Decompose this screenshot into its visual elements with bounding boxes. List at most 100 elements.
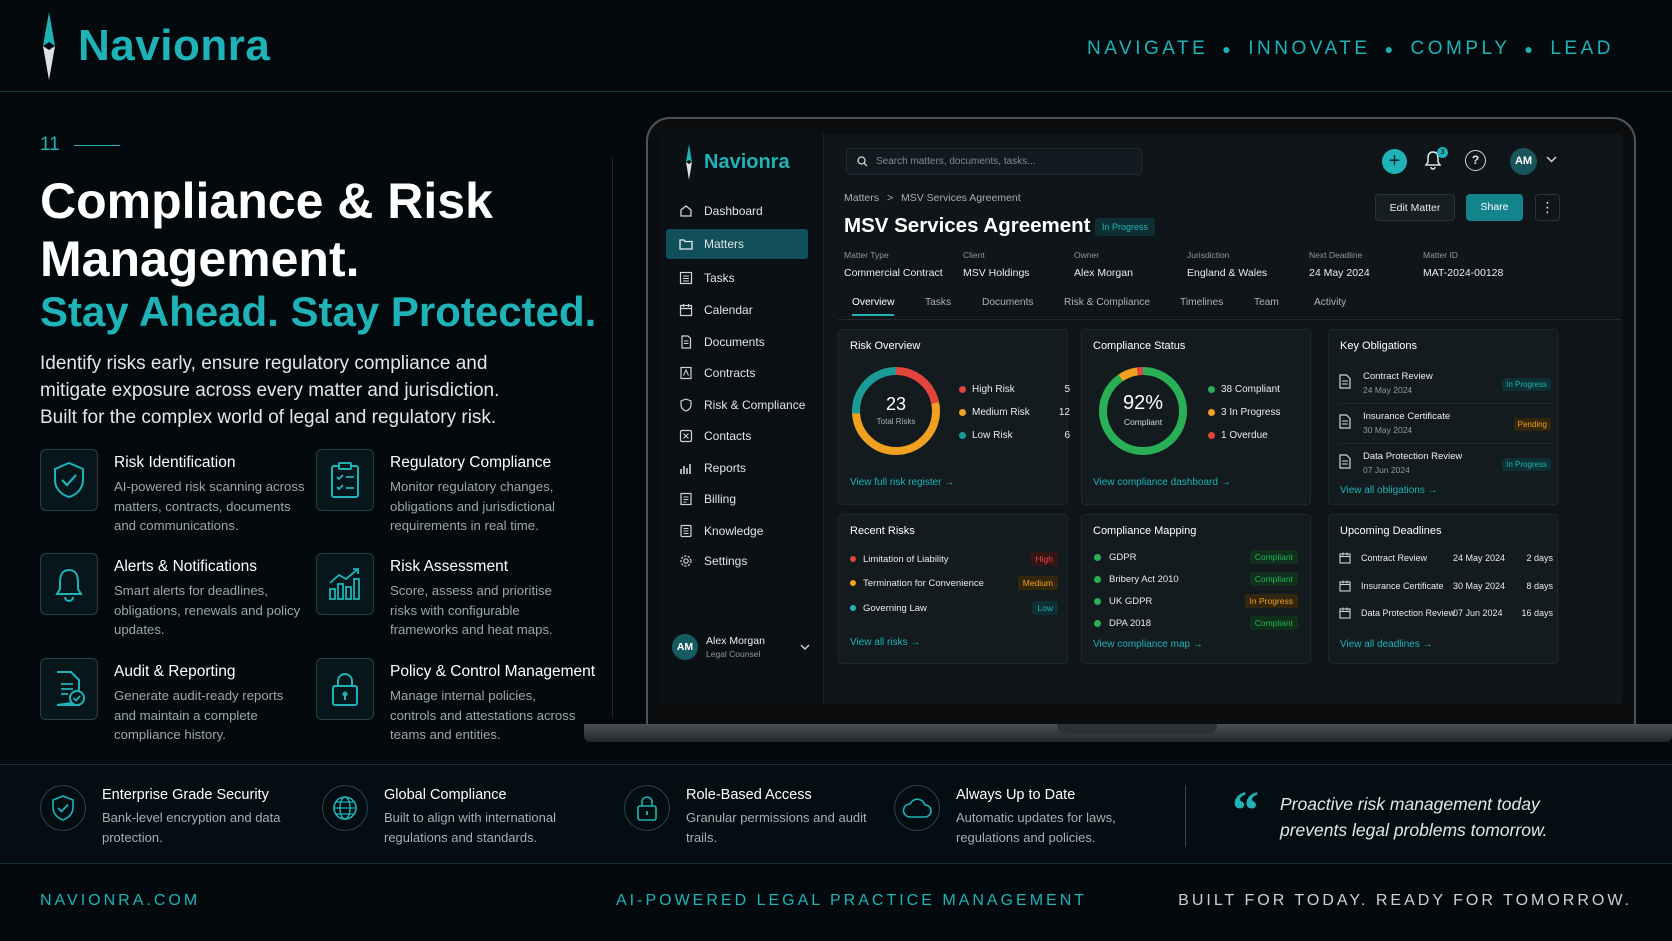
document-icon bbox=[1339, 414, 1351, 429]
sidebar-item-contracts[interactable]: Contracts bbox=[666, 358, 808, 388]
breadcrumb: Matters > MSV Services Agreement bbox=[844, 192, 1021, 204]
view-all-obligations-link[interactable]: View all obligations → bbox=[1340, 485, 1438, 496]
tab-team[interactable]: Team bbox=[1254, 297, 1279, 308]
status-badge: Compliant bbox=[1249, 616, 1298, 630]
meta-matter-id: Matter ID MAT-2024-00128 bbox=[1423, 250, 1503, 279]
view-compliance-dashboard-link[interactable]: View compliance dashboard → bbox=[1093, 477, 1231, 488]
bar-chart-trend-icon bbox=[316, 553, 374, 615]
regulation-row[interactable]: Bribery Act 2010 Compliant bbox=[1094, 570, 1300, 588]
risk-row[interactable]: Limitation of Liability High bbox=[850, 550, 1060, 568]
obligation-name: Data Protection Review bbox=[1363, 451, 1463, 462]
risk-overview-card: Risk Overview 23 Total Risks High Risk 5 … bbox=[838, 329, 1070, 505]
sidebar-item-documents[interactable]: Documents bbox=[666, 327, 808, 357]
sidebar-item-risk-compliance[interactable]: Risk & Compliance bbox=[666, 390, 808, 420]
share-button[interactable]: Share bbox=[1466, 194, 1523, 221]
shield-check-icon bbox=[40, 449, 98, 511]
sidebar-item-knowledge[interactable]: Knowledge bbox=[666, 516, 808, 546]
tab-tasks[interactable]: Tasks bbox=[925, 297, 951, 308]
view-all-deadlines-link[interactable]: View all deadlines → bbox=[1340, 639, 1433, 650]
app-logo[interactable]: Navionra bbox=[682, 144, 790, 180]
regulation-row[interactable]: GDPR Compliant bbox=[1094, 548, 1300, 566]
sidebar-item-label: Reports bbox=[704, 461, 747, 475]
bell-icon bbox=[40, 553, 98, 615]
risk-row[interactable]: Governing Law Low bbox=[850, 599, 1060, 617]
more-options-button[interactable]: ⋮ bbox=[1535, 194, 1560, 221]
regulation-row[interactable]: UK GDPR In Progress bbox=[1094, 592, 1300, 610]
sidebar-item-calendar[interactable]: Calendar bbox=[666, 295, 808, 325]
upcoming-deadlines-card: Upcoming Deadlines Contract Review 24 Ma… bbox=[1328, 514, 1558, 664]
view-compliance-map-link[interactable]: View compliance map → bbox=[1093, 639, 1203, 650]
breadcrumb-current: MSV Services Agreement bbox=[901, 192, 1021, 204]
status-badge: In Progress bbox=[1095, 218, 1156, 236]
breadcrumb-item[interactable]: Matters bbox=[844, 192, 879, 204]
tab-documents[interactable]: Documents bbox=[982, 297, 1034, 308]
notification-badge: 3 bbox=[1437, 147, 1448, 158]
sidebar-item-billing[interactable]: Billing bbox=[666, 484, 808, 514]
search-input[interactable]: Search matters, documents, tasks... bbox=[846, 148, 1142, 175]
avatar[interactable]: AM bbox=[1510, 148, 1537, 175]
sidebar-item-label: Billing bbox=[704, 492, 737, 506]
tab-activity[interactable]: Activity bbox=[1314, 297, 1346, 308]
folder-icon bbox=[678, 236, 694, 252]
card-title: Key Obligations bbox=[1340, 340, 1418, 352]
deadline-row[interactable]: Data Protection Review 07 Jun 2024 16 da… bbox=[1339, 606, 1553, 624]
footer-slogan: BUILT FOR TODAY. READY FOR TOMORROW. bbox=[1178, 892, 1632, 909]
sidebar-item-contacts[interactable]: Contacts bbox=[666, 421, 808, 451]
benefit-desc: Built to align with international regula… bbox=[384, 810, 556, 845]
obligation-item[interactable]: Contract Review 24 May 2024 In Progress bbox=[1339, 368, 1553, 404]
sidebar-item-tasks[interactable]: Tasks bbox=[666, 263, 808, 293]
deadline-row[interactable]: Insurance Certificate 30 May 2024 8 days bbox=[1339, 579, 1553, 597]
brand-logo[interactable]: Navionra bbox=[34, 12, 270, 80]
regulation-row[interactable]: DPA 2018 Compliant bbox=[1094, 614, 1300, 632]
sidebar-item-reports[interactable]: Reports bbox=[666, 453, 808, 483]
deadline-row[interactable]: Contract Review 24 May 2024 2 days bbox=[1339, 551, 1553, 569]
meta-matter-type: Matter Type Commercial Contract bbox=[844, 250, 943, 279]
deadline-remaining: 8 days bbox=[1526, 581, 1553, 591]
footer-website-link[interactable]: NAVIONRA.COM bbox=[40, 892, 200, 910]
arrow-right-icon: → bbox=[1192, 639, 1203, 650]
risk-row[interactable]: Termination for Convenience Medium bbox=[850, 574, 1060, 592]
risk-level-badge: High bbox=[1030, 552, 1058, 566]
obligation-date: 07 Jun 2024 bbox=[1363, 465, 1410, 475]
benefit-desc: Granular permissions and audit trails. bbox=[686, 810, 867, 845]
sidebar-item-label: Dashboard bbox=[704, 204, 763, 218]
tagline-word: INNOVATE bbox=[1248, 38, 1371, 59]
obligation-item[interactable]: Insurance Certificate 30 May 2024 Pendin… bbox=[1339, 408, 1553, 444]
add-button[interactable]: + bbox=[1382, 149, 1407, 174]
deadline-name: Contract Review bbox=[1361, 553, 1428, 563]
meta-value: Alex Morgan bbox=[1074, 267, 1133, 279]
benefits-strip: Enterprise Grade Security Bank-level enc… bbox=[0, 764, 1672, 864]
chevron-down-icon[interactable] bbox=[1546, 156, 1557, 163]
legend-label: High Risk bbox=[972, 384, 1015, 395]
chevron-down-icon bbox=[800, 644, 810, 650]
tab-timelines[interactable]: Timelines bbox=[1180, 297, 1223, 308]
divider bbox=[73, 144, 120, 146]
help-button[interactable]: ? bbox=[1465, 150, 1486, 171]
legend-dot bbox=[959, 432, 966, 439]
sidebar-item-dashboard[interactable]: Dashboard bbox=[666, 196, 808, 226]
view-risk-register-link[interactable]: View full risk register → bbox=[850, 477, 954, 488]
notifications-button[interactable]: 3 bbox=[1424, 147, 1448, 170]
status-badge: In Progress bbox=[1244, 594, 1298, 608]
benefit-global-compliance: Global Compliance Built to align with in… bbox=[322, 781, 602, 847]
sidebar-item-label: Calendar bbox=[704, 303, 753, 317]
benefit-always-up-to-date: Always Up to Date Automatic updates for … bbox=[894, 781, 1164, 847]
user-profile[interactable]: AM Alex Morgan Legal Counsel bbox=[672, 634, 810, 660]
feature-regulatory-compliance: Regulatory Compliance Monitor regulatory… bbox=[316, 449, 586, 549]
obligation-name: Contract Review bbox=[1363, 371, 1433, 382]
view-all-risks-link[interactable]: View all risks → bbox=[850, 637, 920, 648]
tagline: NAVIGATE ● INNOVATE ● COMPLY ● LEAD bbox=[1087, 38, 1614, 60]
sidebar-item-label: Matters bbox=[704, 237, 745, 251]
edit-matter-button[interactable]: Edit Matter bbox=[1375, 194, 1455, 221]
legend-medium-risk: Medium Risk 12 bbox=[959, 407, 1070, 418]
benefit-title: Global Compliance bbox=[384, 787, 507, 803]
bullet-icon: ● bbox=[1222, 41, 1235, 57]
obligation-item[interactable]: Data Protection Review 07 Jun 2024 In Pr… bbox=[1339, 448, 1553, 484]
benefit-desc: Automatic updates for laws, regulations … bbox=[956, 810, 1116, 845]
sidebar-item-matters[interactable]: Matters bbox=[666, 229, 808, 259]
sidebar-item-label: Contracts bbox=[704, 366, 756, 380]
sidebar-item-settings[interactable]: Settings bbox=[666, 546, 808, 576]
feature-title: Regulatory Compliance bbox=[390, 454, 552, 471]
tab-overview[interactable]: Overview bbox=[852, 297, 895, 316]
tab-risk-compliance[interactable]: Risk & Compliance bbox=[1064, 297, 1150, 308]
